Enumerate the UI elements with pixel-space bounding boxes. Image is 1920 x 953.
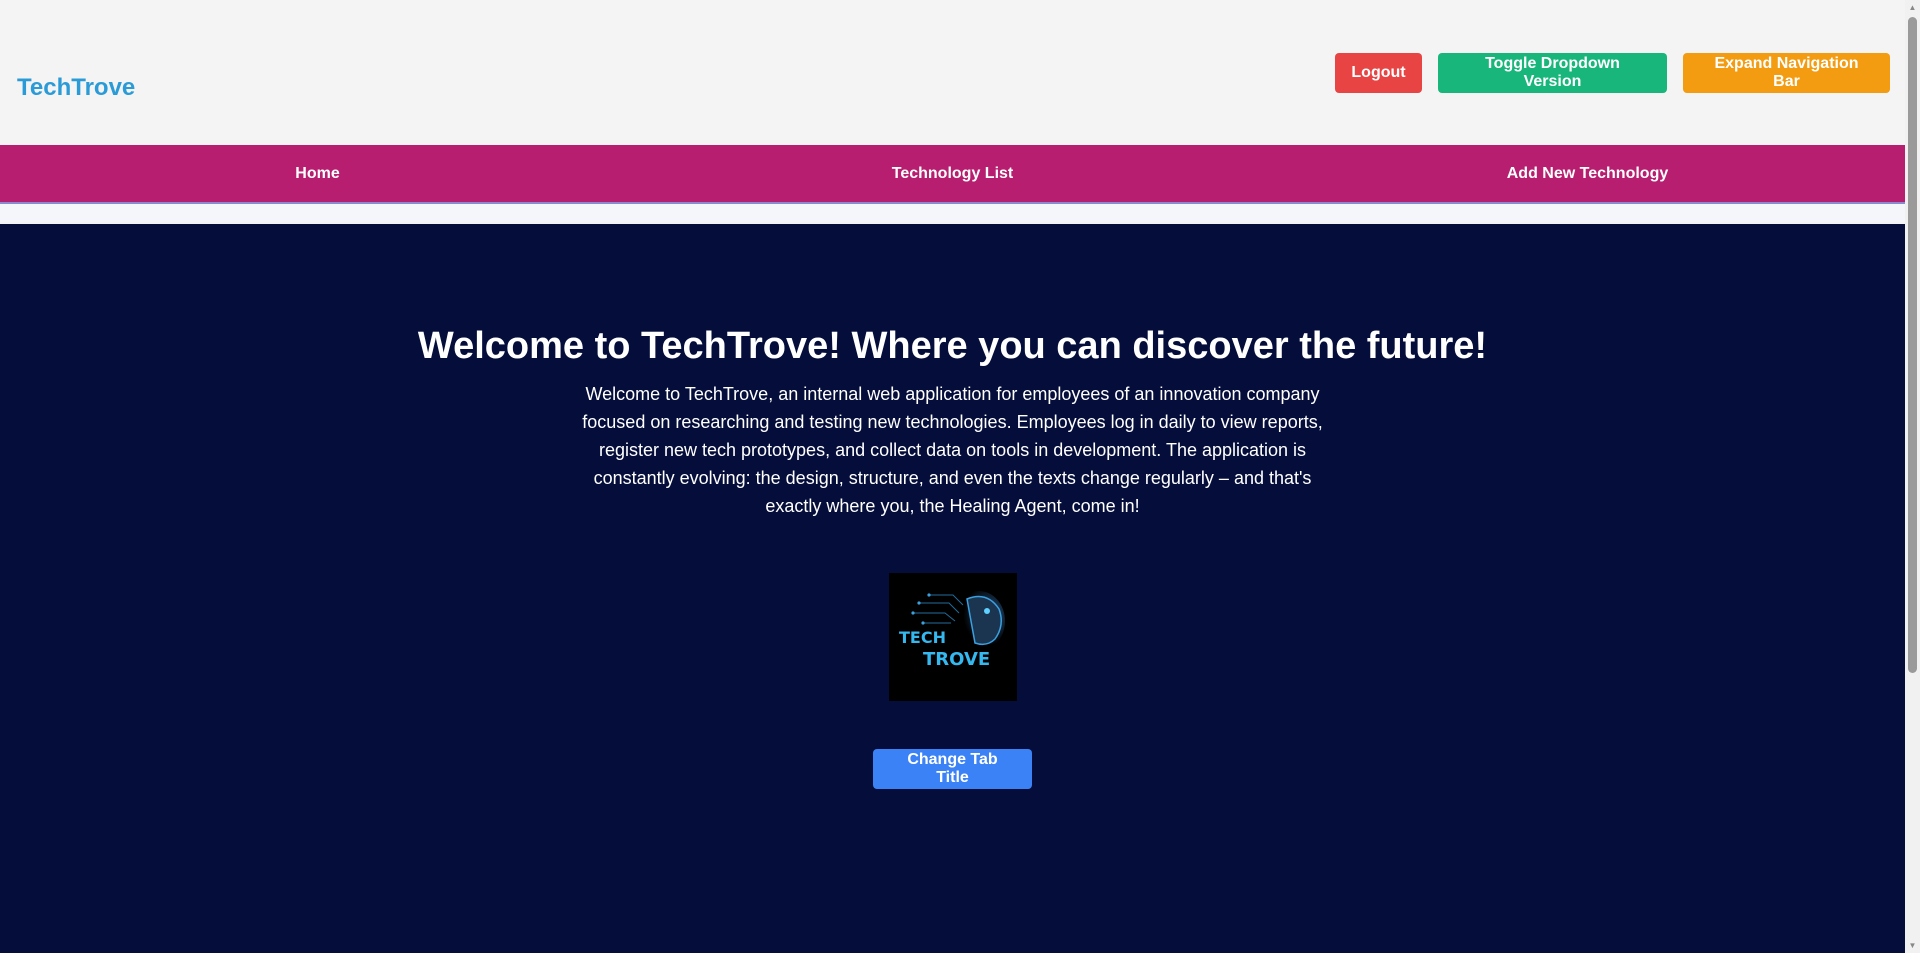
logout-button[interactable]: Logout (1335, 53, 1422, 93)
robot-head-icon: TECH TROVE (888, 573, 1017, 701)
nav-item-home[interactable]: Home (0, 145, 635, 202)
hero-section: Welcome to TechTrove! Where you can disc… (0, 224, 1905, 953)
page: TechTrove Logout Toggle Dropdown Version… (0, 0, 1920, 953)
nav-item-technology-list[interactable]: Technology List (635, 145, 1270, 202)
scroll-area: TechTrove Logout Toggle Dropdown Version… (0, 0, 1905, 953)
change-tab-title-button[interactable]: Change Tab Title (873, 749, 1032, 789)
main-navigation: Home Technology List Add New Technology (0, 145, 1905, 204)
logo-text-line2: TROVE (923, 649, 990, 670)
vertical-scrollbar[interactable]: ▲ ▼ (1905, 0, 1920, 953)
brand-logo-text[interactable]: TechTrove (17, 74, 135, 102)
header-actions: Logout Toggle Dropdown Version Expand Na… (1335, 53, 1890, 93)
toggle-dropdown-button[interactable]: Toggle Dropdown Version (1438, 53, 1667, 93)
nav-item-add-new-technology[interactable]: Add New Technology (1270, 145, 1905, 202)
techtrove-logo-image: TECH TROVE (888, 573, 1017, 701)
nav-spacer (0, 204, 1905, 222)
logo-text-line1: TECH (899, 628, 946, 647)
expand-navigation-button[interactable]: Expand Navigation Bar (1683, 53, 1890, 93)
hero-title: Welcome to TechTrove! Where you can disc… (417, 325, 1488, 367)
scroll-up-arrow-icon[interactable]: ▲ (1905, 0, 1920, 15)
scrollbar-thumb[interactable] (1908, 17, 1917, 673)
header: TechTrove Logout Toggle Dropdown Version… (0, 0, 1905, 145)
scroll-down-arrow-icon[interactable]: ▼ (1905, 938, 1920, 953)
hero-description: Welcome to TechTrove, an internal web ap… (582, 384, 1323, 516)
